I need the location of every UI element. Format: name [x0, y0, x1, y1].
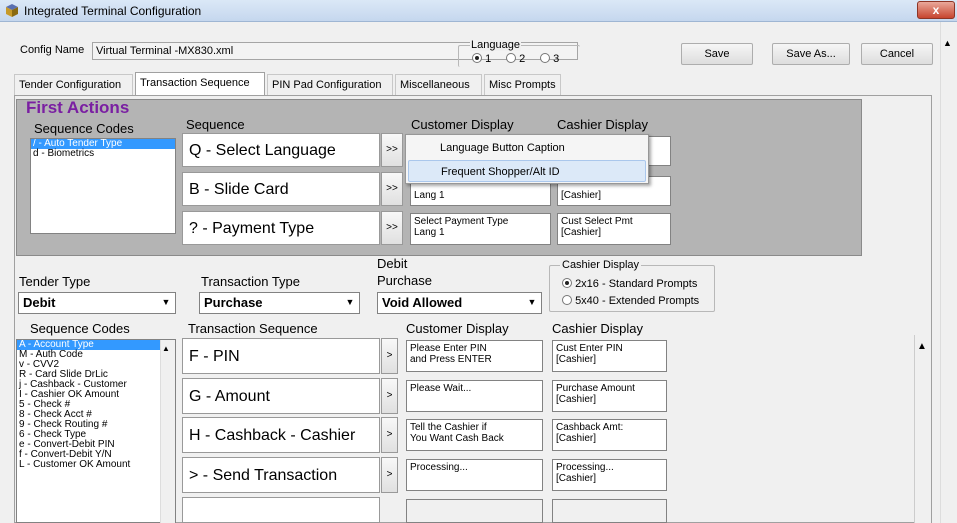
- scroll-up-icon[interactable]: ▲: [943, 38, 952, 48]
- trans-customer-display[interactable]: Please Wait...: [406, 380, 543, 412]
- radio-icon: [562, 295, 572, 305]
- tender-type-value: Debit: [23, 295, 56, 310]
- trans-sequence-header: Transaction Sequence: [188, 321, 318, 336]
- tab-misc-prompts[interactable]: Misc Prompts: [484, 74, 561, 96]
- tab-transaction-sequence[interactable]: Transaction Sequence: [135, 72, 265, 96]
- list-item[interactable]: d - Biometrics: [31, 149, 175, 159]
- trans-codes-list[interactable]: A - Account Type M - Auth Code v - CVV2 …: [16, 339, 176, 523]
- title-bar: Integrated Terminal Configuration x: [0, 0, 957, 22]
- window-title: Integrated Terminal Configuration: [24, 4, 202, 18]
- first-cashier-header: Cashier Display: [557, 117, 649, 132]
- language-option-2[interactable]: 2: [506, 53, 525, 65]
- save-as-button[interactable]: Save As...: [772, 43, 850, 65]
- trans-customer-display[interactable]: [406, 499, 543, 523]
- cashier-display-option-2x16[interactable]: 2x16 - Standard Prompts: [562, 278, 697, 290]
- codes-scrollbar[interactable]: [160, 340, 175, 523]
- trans-seq-row[interactable]: [182, 497, 380, 523]
- sequence-scrollbar[interactable]: [914, 335, 931, 523]
- window-scrollbar[interactable]: [940, 22, 957, 523]
- trans-arrow-button[interactable]: >: [381, 378, 398, 414]
- list-item[interactable]: L - Customer OK Amount: [17, 460, 175, 470]
- trans-arrow-button[interactable]: >: [381, 417, 398, 453]
- menu-item-language-button-caption[interactable]: Language Button Caption: [408, 137, 646, 159]
- trans-seq-row[interactable]: F - PIN: [182, 338, 380, 374]
- first-customer-display[interactable]: Select Payment Type Lang 1: [410, 213, 551, 245]
- purchase-label: Purchase: [377, 273, 432, 288]
- first-arrow-button[interactable]: >>: [381, 172, 403, 206]
- first-customer-header: Customer Display: [411, 117, 514, 132]
- trans-cashier-display[interactable]: Cust Enter PIN [Cashier]: [552, 340, 667, 372]
- first-actions-title: First Actions: [26, 98, 130, 117]
- language-option-3[interactable]: 3: [540, 53, 559, 65]
- language-option-1[interactable]: 1: [472, 53, 491, 65]
- transaction-type-label: Transaction Type: [201, 274, 300, 289]
- scroll-up-icon[interactable]: ▲: [162, 344, 170, 353]
- trans-cashier-display[interactable]: Cashback Amt: [Cashier]: [552, 419, 667, 451]
- first-codes-list[interactable]: / - Auto Tender Type d - Biometrics: [30, 138, 176, 234]
- first-codes-header: Sequence Codes: [34, 121, 134, 136]
- debit-purchase-value: Void Allowed: [382, 295, 463, 310]
- first-sequence-header: Sequence: [186, 117, 245, 132]
- first-seq-row[interactable]: Q - Select Language: [182, 133, 380, 167]
- tender-type-label: Tender Type: [19, 274, 91, 289]
- tender-type-select[interactable]: Debit ▼: [18, 292, 176, 314]
- tab-pin-pad-configuration[interactable]: PIN Pad Configuration: [267, 74, 393, 96]
- radio-icon: [540, 53, 550, 63]
- trans-customer-display[interactable]: Please Enter PIN and Press ENTER: [406, 340, 543, 372]
- close-icon: x: [932, 3, 940, 17]
- debit-label: Debit: [377, 256, 408, 271]
- cancel-button[interactable]: Cancel: [861, 43, 933, 65]
- tab-miscellaneous[interactable]: Miscellaneous: [395, 74, 482, 96]
- radio-icon: [562, 278, 572, 288]
- trans-cashier-display[interactable]: Processing... [Cashier]: [552, 459, 667, 491]
- language-label: Language: [470, 39, 521, 51]
- config-name-label: Config Name: [20, 44, 85, 56]
- chevron-down-icon[interactable]: ▼: [343, 295, 357, 310]
- save-button[interactable]: Save: [681, 43, 753, 65]
- trans-customer-header: Customer Display: [406, 321, 509, 336]
- transaction-type-select[interactable]: Purchase ▼: [199, 292, 360, 314]
- scroll-up-icon[interactable]: ▲: [917, 341, 927, 352]
- chevron-down-icon[interactable]: ▼: [159, 295, 173, 310]
- debit-purchase-select[interactable]: Void Allowed ▼: [377, 292, 542, 314]
- trans-customer-display[interactable]: Tell the Cashier if You Want Cash Back: [406, 419, 543, 451]
- trans-seq-row[interactable]: > - Send Transaction: [182, 457, 380, 493]
- first-seq-row[interactable]: ? - Payment Type: [182, 211, 380, 245]
- trans-cashier-display[interactable]: Purchase Amount [Cashier]: [552, 380, 667, 412]
- trans-cashier-display[interactable]: [552, 499, 667, 523]
- trans-arrow-button[interactable]: >: [381, 457, 398, 493]
- trans-cashier-header: Cashier Display: [552, 321, 644, 336]
- radio-icon: [506, 53, 516, 63]
- chevron-down-icon[interactable]: ▼: [525, 295, 539, 310]
- radio-icon: [472, 53, 482, 63]
- tab-tender-configuration[interactable]: Tender Configuration: [14, 74, 133, 96]
- first-arrow-button[interactable]: >>: [381, 133, 403, 167]
- menu-item-frequent-shopper[interactable]: Frequent Shopper/Alt ID: [408, 160, 646, 182]
- cashier-display-label: Cashier Display: [560, 259, 642, 271]
- close-button[interactable]: x: [917, 1, 955, 19]
- cashier-display-option-5x40[interactable]: 5x40 - Extended Prompts: [562, 295, 699, 307]
- first-cashier-display[interactable]: Cust Select Pmt [Cashier]: [557, 213, 671, 245]
- first-seq-row[interactable]: B - Slide Card: [182, 172, 380, 206]
- trans-customer-display[interactable]: Processing...: [406, 459, 543, 491]
- context-menu: Language Button Caption Frequent Shopper…: [405, 134, 649, 184]
- trans-seq-row[interactable]: G - Amount: [182, 378, 380, 414]
- trans-arrow-button[interactable]: >: [381, 338, 398, 374]
- terminal-icon: [6, 4, 18, 17]
- trans-seq-row[interactable]: H - Cashback - Cashier: [182, 417, 380, 453]
- trans-codes-header: Sequence Codes: [30, 321, 130, 336]
- transaction-type-value: Purchase: [204, 295, 263, 310]
- first-arrow-button[interactable]: >>: [381, 211, 403, 245]
